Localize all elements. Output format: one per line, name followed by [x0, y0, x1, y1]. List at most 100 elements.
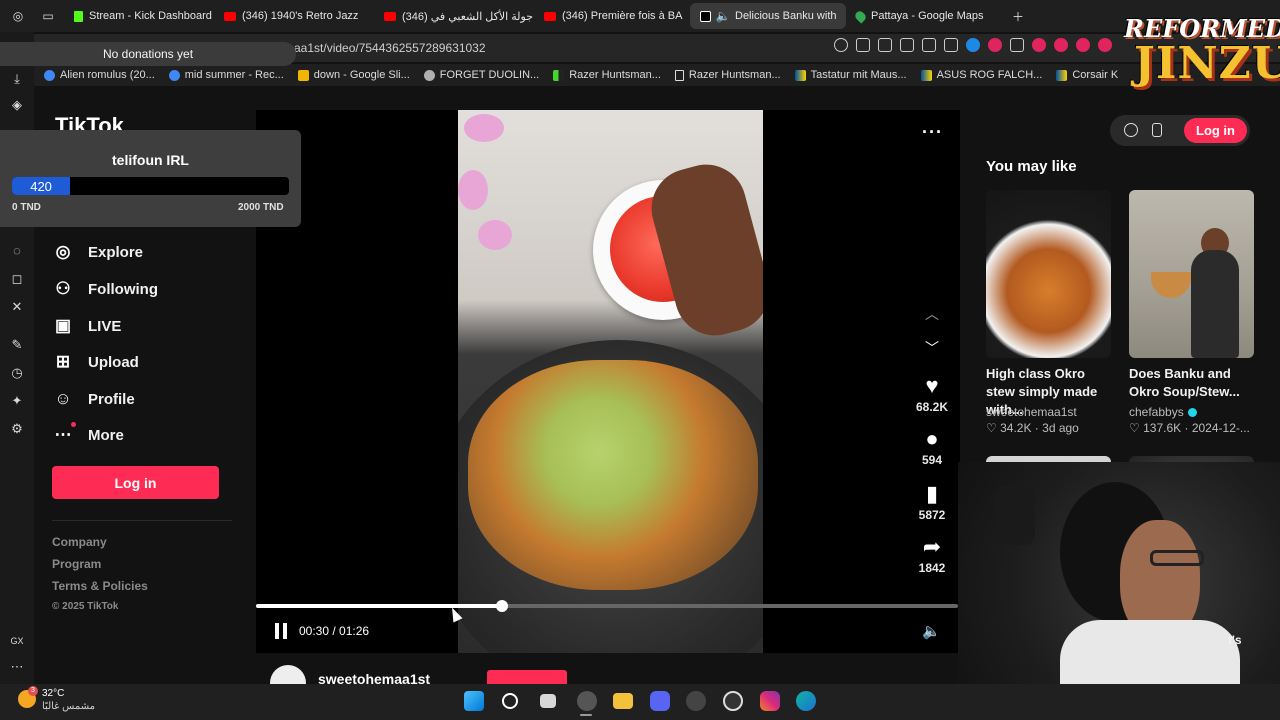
follow-button[interactable] [487, 670, 567, 684]
screenshot-icon[interactable] [878, 38, 892, 52]
more-icon[interactable]: ⋯ [10, 660, 24, 674]
settings-icon[interactable]: ⚙ [10, 422, 24, 436]
start-menu-icon[interactable] [464, 691, 484, 711]
nav-label: More [88, 426, 124, 444]
extension-icon[interactable] [1098, 38, 1112, 52]
pause-button[interactable] [275, 623, 289, 639]
shield-icon[interactable] [900, 38, 914, 52]
nav-label: Upload [88, 353, 139, 371]
browser-menu-icon[interactable]: ◎ [10, 8, 26, 24]
bookmark[interactable]: FORGET DUOLIN... [423, 69, 540, 81]
messenger-icon[interactable]: ◌ [10, 244, 24, 258]
x-icon[interactable]: ✕ [10, 300, 24, 314]
discord-icon[interactable] [650, 691, 670, 711]
file-explorer-icon[interactable] [613, 693, 633, 709]
gx-icon[interactable]: GX [10, 634, 24, 648]
bookmark[interactable]: ASUS ROG FALCH... [920, 69, 1042, 81]
instagram-icon[interactable] [760, 691, 780, 711]
temperature[interactable]: 32°C [42, 688, 64, 699]
brush-icon[interactable]: ✎ [10, 338, 24, 352]
tab-food-tour[interactable]: (346) جولة الأكل الشعبي في [374, 3, 534, 29]
recommended-video-author[interactable]: chefabbys [1129, 405, 1197, 419]
play-icon[interactable] [922, 38, 936, 52]
goal-progress-bar: 420 [12, 177, 289, 195]
tab-tiktok-banku[interactable]: 🔈 Delicious Banku with [690, 3, 846, 29]
instagram-icon[interactable]: ◻ [10, 272, 24, 286]
nav-explore[interactable]: ◎ Explore [52, 241, 143, 263]
author-label: sweetohemaa1st [986, 405, 1077, 419]
recommended-video-author[interactable]: sweetohemaa1st [986, 405, 1077, 419]
download-icon[interactable]: ⤓ [10, 72, 24, 86]
bookmark[interactable]: mid summer - Rec... [168, 69, 284, 81]
new-tab-icon[interactable]: ＋ [1010, 8, 1026, 24]
tab-google-maps[interactable]: Pattaya - Google Maps [846, 3, 1006, 29]
flag-icon [1056, 69, 1068, 81]
like-action[interactable]: ♥ 68.2K [910, 374, 954, 415]
edge-icon[interactable] [796, 691, 816, 711]
footer-program-link[interactable]: Program [52, 557, 101, 571]
header-login-button[interactable]: Log in [1184, 118, 1247, 143]
slides-icon [297, 69, 309, 81]
bookmark[interactable]: Alien romulus (20... [44, 69, 155, 81]
nav-live[interactable]: ▣ LIVE [52, 315, 121, 337]
progress-handle[interactable] [495, 600, 508, 612]
video-more-options-icon[interactable]: ··· [922, 122, 943, 143]
bookmark[interactable]: Razer Huntsman... [553, 69, 661, 81]
tab-kick-dashboard[interactable]: Stream - Kick Dashboard [64, 3, 214, 29]
comment-icon: ● [925, 426, 939, 451]
url-text: aa1st/video/7544362557289631032 [294, 41, 486, 55]
obs-icon[interactable] [686, 691, 706, 711]
tab-actions-icon[interactable]: ▭ [40, 8, 56, 24]
stew-food [468, 360, 758, 590]
progress-fill [256, 604, 502, 608]
app-icon[interactable]: ◈ [10, 98, 24, 112]
video-progress-bar[interactable] [256, 600, 958, 612]
history-icon[interactable]: ◷ [10, 366, 24, 380]
extension-icon[interactable] [1010, 38, 1024, 52]
search-icon[interactable] [502, 693, 518, 709]
task-view-icon[interactable] [540, 694, 556, 708]
sidebar-login-button[interactable]: Log in [52, 466, 219, 499]
media-player-icon[interactable] [723, 691, 743, 711]
glasses [1150, 550, 1204, 566]
phone-icon[interactable] [1152, 123, 1162, 137]
bookmark[interactable]: Corsair K [1056, 69, 1118, 81]
extension-icon[interactable] [1076, 38, 1090, 52]
bookmark-label: FORGET DUOLIN... [439, 69, 540, 81]
bookmark[interactable]: Razer Huntsman... [674, 69, 781, 81]
extension-icon[interactable] [988, 38, 1002, 52]
previous-video-icon[interactable]: ︿ [922, 304, 942, 324]
nav-upload[interactable]: ⊞ Upload [52, 351, 139, 373]
extension-icon[interactable] [1032, 38, 1046, 52]
bookmark-label: Razer Huntsman... [688, 69, 781, 81]
nav-profile[interactable]: ☺ Profile [52, 388, 134, 410]
tab-retro-jazz[interactable]: (346) 1940's Retro Jazz [214, 3, 374, 29]
emoji-icon[interactable] [834, 38, 848, 52]
coin-icon[interactable] [1124, 123, 1138, 137]
goal-max-label: 2000 TND [238, 202, 284, 213]
extension-icon[interactable] [1054, 38, 1068, 52]
share-action[interactable]: ➦ 1842 [910, 535, 954, 576]
recommended-video-caption[interactable]: Does Banku and Okro Soup/Stew... [1129, 365, 1259, 401]
pin-icon[interactable] [856, 38, 870, 52]
video-frame[interactable] [458, 110, 763, 653]
save-action[interactable]: ▮ 5872 [910, 482, 954, 523]
next-video-icon[interactable]: ﹀ [922, 338, 942, 358]
bookmark-label: down - Google Sli... [313, 69, 410, 81]
footer-terms-link[interactable]: Terms & Policies [52, 579, 148, 593]
comment-action[interactable]: ● 594 [910, 426, 954, 468]
recommended-video-thumbnail[interactable] [1129, 190, 1254, 358]
recommended-video-thumbnail[interactable] [986, 190, 1111, 358]
heart-icon[interactable] [944, 38, 958, 52]
nav-following[interactable]: ⚇ Following [52, 278, 158, 300]
bookmark[interactable]: down - Google Sli... [297, 69, 410, 81]
nav-more[interactable]: ⋯ More [52, 422, 124, 446]
tab-premiere-fois[interactable]: (346) Première fois à BA [534, 3, 690, 29]
bookmark[interactable]: Tastatur mit Maus... [794, 69, 907, 81]
opera-gx-icon[interactable] [577, 691, 597, 711]
volume-icon[interactable]: 🔈 [922, 622, 941, 640]
extension-icon[interactable]: ✦ [10, 394, 24, 408]
footer-company-link[interactable]: Company [52, 535, 107, 549]
extension-icon[interactable] [966, 38, 980, 52]
orchid-flower [464, 114, 504, 142]
